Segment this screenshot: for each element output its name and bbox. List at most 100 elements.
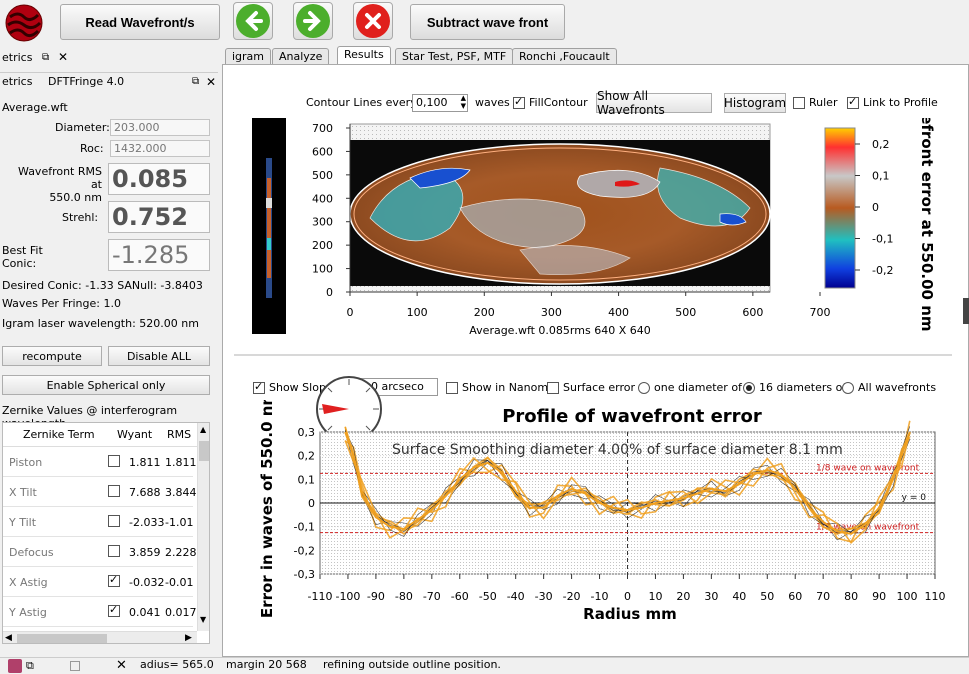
table-row[interactable]: Y Astig 0.041 0.017 xyxy=(3,597,197,627)
tab-ronchi[interactable]: Ronchi ,Foucault xyxy=(512,48,617,64)
close-icon xyxy=(365,13,381,29)
close-icon[interactable]: ✕ xyxy=(58,50,68,64)
term-name: X Tilt xyxy=(9,486,37,499)
table-row[interactable]: Piston 1.811 1.811 xyxy=(3,447,197,477)
dock-title: etrics xyxy=(2,50,33,64)
profile-chart[interactable]: Profile of wavefront error 1/8 wave on w… xyxy=(250,400,955,626)
rms-value: 0.085 xyxy=(108,163,210,195)
x-tick-label: 400 xyxy=(608,306,629,319)
wavefront-thumbnail[interactable] xyxy=(252,118,286,334)
recompute-button[interactable]: recompute xyxy=(2,346,102,366)
float-icon[interactable]: ⧉ xyxy=(42,52,49,63)
y-tick-label: -0,2 xyxy=(294,544,315,557)
column-header[interactable]: Wyant xyxy=(117,428,152,441)
colorbar-tick-label: 0,2 xyxy=(872,138,890,151)
y-tick-label: 0 xyxy=(326,286,333,299)
profile-y-ticks: 0,3 0,2 0,1 0 -0,1 -0,2 -0,3 xyxy=(294,426,315,581)
table-row[interactable]: X Tilt 7.688 3.844 xyxy=(3,477,197,507)
rms-value: 2.228 xyxy=(165,546,197,559)
colorbar-tick-label: -0,2 xyxy=(872,264,893,277)
resize-grip[interactable] xyxy=(963,298,969,324)
colorbar-tick-label: -0,1 xyxy=(872,233,893,246)
enable-spherical-button[interactable]: Enable Spherical only xyxy=(2,375,210,395)
term-checkbox[interactable] xyxy=(108,515,120,527)
term-checkbox[interactable] xyxy=(108,455,120,467)
y-tick-label: 100 xyxy=(312,263,333,276)
rms-label-line2: 550.0 nm xyxy=(49,191,102,204)
reference-label: 1/8 wave on wavefront xyxy=(816,463,920,473)
histogram-button[interactable]: Histogram xyxy=(724,93,786,113)
term-checkbox[interactable] xyxy=(108,485,120,497)
table-header: Zernike Term Wyant RMS xyxy=(3,423,197,447)
splitter[interactable] xyxy=(234,354,952,356)
tab-star-test[interactable]: Star Test, PSF, MTF xyxy=(395,48,514,64)
read-wavefront-button[interactable]: Read Wavefront/s xyxy=(60,4,220,40)
x-tick-label: 90 xyxy=(872,590,886,603)
term-checkbox[interactable] xyxy=(108,545,120,557)
restore-icon[interactable]: ⧉ xyxy=(26,659,34,673)
term-checkbox[interactable] xyxy=(108,573,120,587)
term-name: Y Astig xyxy=(9,606,47,619)
x-tick-label: 0 xyxy=(624,590,631,603)
back-button[interactable] xyxy=(233,2,273,40)
colorbar xyxy=(824,127,856,289)
nanometers-checkbox[interactable]: Show in Nanome xyxy=(446,381,555,394)
filename-label: Average.wft xyxy=(2,101,68,114)
status-message: refining outside outline position. xyxy=(323,658,501,671)
close-icon[interactable]: ✕ xyxy=(206,75,216,89)
contour-plot[interactable]: Average.wft 0.085rms 640 X 640 700 600 500… xyxy=(300,118,960,340)
x-tick-label: 700 xyxy=(810,306,831,319)
column-header[interactable]: Zernike Term xyxy=(23,428,95,441)
show-all-wavefronts-button[interactable]: Show All Wavefronts xyxy=(596,89,712,117)
x-tick-label: -100 xyxy=(335,590,360,603)
x-tick-label: 100 xyxy=(407,306,428,319)
x-tick-label: 0 xyxy=(347,306,354,319)
forward-button[interactable] xyxy=(293,2,333,40)
laser-wavelength-text: Igram laser wavelength: 520.00 nm xyxy=(2,317,199,330)
smoothing-annotation: Surface Smoothing diameter 4.00% of surf… xyxy=(392,442,843,458)
sixteen-diameters-radio[interactable]: 16 diameters of xyxy=(743,381,846,394)
x-tick-label: 200 xyxy=(474,306,495,319)
app-logo-icon[interactable] xyxy=(4,3,44,43)
surface-error-checkbox[interactable]: Surface error xyxy=(547,381,635,394)
link-profile-checkbox[interactable]: Link to Profile xyxy=(847,95,938,109)
x-tick-label: -10 xyxy=(591,590,609,603)
term-name: Piston xyxy=(9,456,43,469)
desired-conic-text: Desired Conic: -1.33 SANull: -3.8403 xyxy=(2,279,203,292)
app-thumb-icon[interactable] xyxy=(8,659,22,673)
ruler-checkbox[interactable]: Ruler xyxy=(793,96,837,109)
float-icon[interactable]: ⧉ xyxy=(192,76,199,87)
maximize-icon[interactable] xyxy=(70,661,80,671)
table-row[interactable]: Defocus 3.859 2.228 xyxy=(3,537,197,567)
delete-button[interactable] xyxy=(353,2,393,40)
arrow-left-icon xyxy=(245,11,263,31)
colorbar-title: wavefront error at 550.00 nm xyxy=(918,118,936,332)
spin-arrows-icon[interactable]: ▲ ▼ xyxy=(461,94,466,110)
vertical-scrollbar[interactable]: ▲ ▼ xyxy=(197,423,209,631)
y-tick-label: 600 xyxy=(312,145,333,158)
waves-label: waves xyxy=(475,96,510,109)
column-header[interactable]: RMS xyxy=(167,428,191,441)
rms-value: 0.017 xyxy=(165,606,197,619)
y-tick-label: 700 xyxy=(312,122,333,135)
conic-label: Best Fit Conic: xyxy=(2,244,43,270)
tab-results[interactable]: Results xyxy=(337,46,391,64)
tab-igram[interactable]: igram xyxy=(225,48,272,64)
rms-value: 1.811 xyxy=(165,456,197,469)
contour-y-ticks: 700 600 500 400 300 200 100 0 xyxy=(312,122,350,299)
subtract-wavefront-button[interactable]: Subtract wave front xyxy=(410,4,565,40)
horizontal-scrollbar[interactable]: ◀ ▶ xyxy=(3,631,197,643)
term-checkbox[interactable] xyxy=(108,603,120,617)
table-row[interactable]: Y Tilt -2.033 -1.01 xyxy=(3,507,193,537)
dock-header-2: etrics DFTFringe 4.0 ⧉ ✕ xyxy=(0,72,218,90)
close-window-icon[interactable]: ✕ xyxy=(116,658,127,673)
tab-analyze[interactable]: Analyze xyxy=(272,48,330,64)
table-row[interactable]: X Astig -0.032-0.01 xyxy=(3,567,193,597)
disable-all-button[interactable]: Disable ALL xyxy=(108,346,210,366)
one-diameter-radio[interactable]: one diameter of xyxy=(638,381,742,394)
all-wavefronts-radio[interactable]: All wavefronts xyxy=(842,381,936,394)
fill-contour-checkbox[interactable]: FillContour xyxy=(513,95,588,109)
roc-field: 1432.000 xyxy=(110,140,210,157)
contour-spinbox[interactable]: 0,100 ▲ ▼ xyxy=(412,94,468,112)
x-tick-label: -20 xyxy=(563,590,581,603)
